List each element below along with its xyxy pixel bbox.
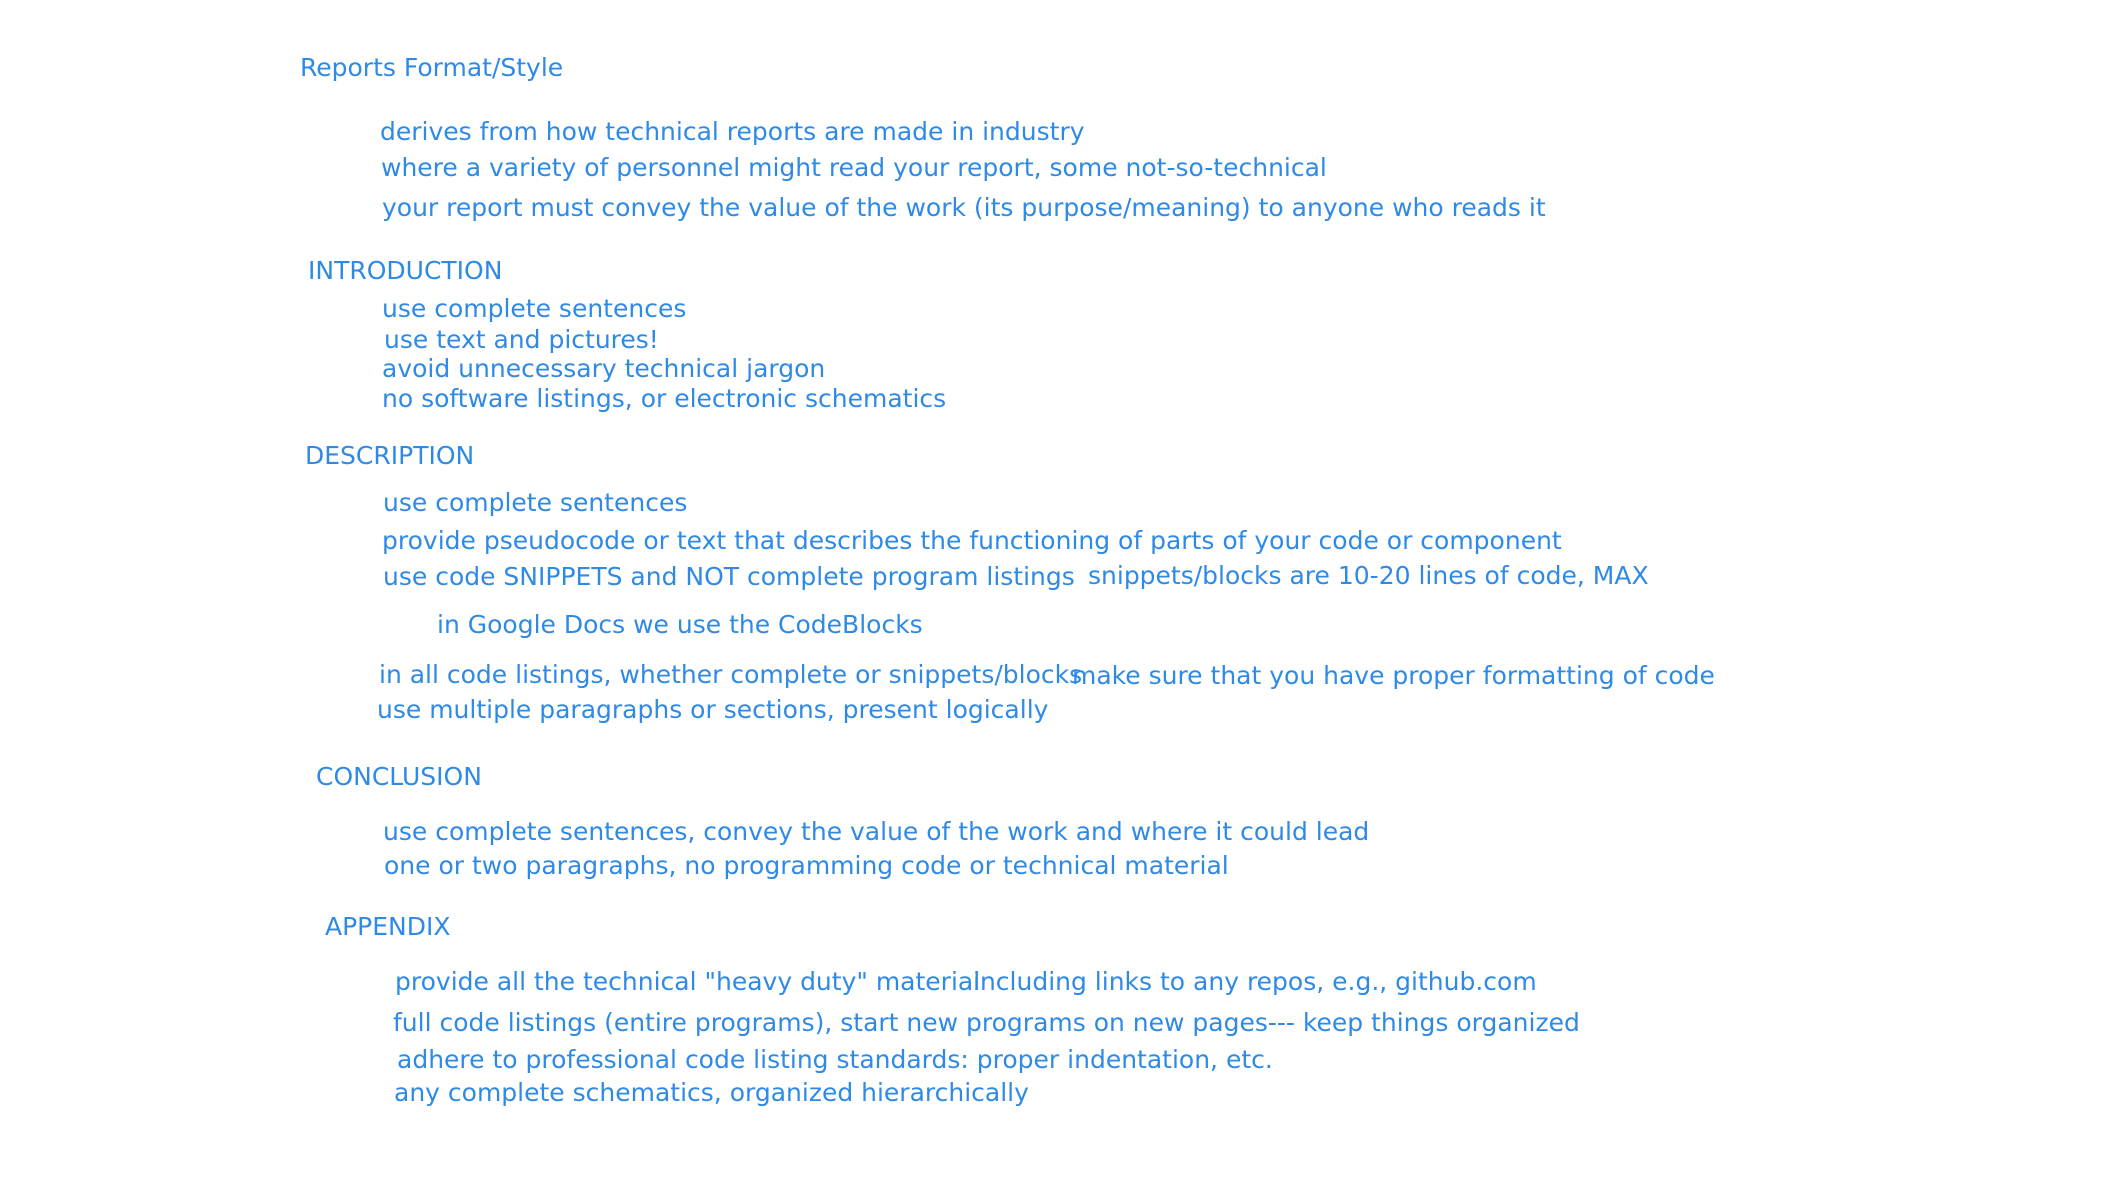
list-item: in Google Docs we use the CodeBlocks — [437, 610, 923, 639]
list-item: snippets/blocks are 10-20 lines of code,… — [1088, 561, 1649, 590]
list-item: provide pseudocode or text that describe… — [382, 526, 1562, 555]
list-item: use complete sentences — [382, 294, 687, 323]
list-item: use multiple paragraphs or sections, pre… — [377, 695, 1049, 724]
section-heading-appendix: APPENDIX — [325, 912, 451, 941]
list-item: in all code listings, whether complete o… — [379, 660, 1083, 689]
list-item: avoid unnecessary technical jargon — [382, 354, 826, 383]
list-item: no software listings, or electronic sche… — [382, 384, 947, 413]
list-item: use complete sentences, convey the value… — [383, 817, 1370, 846]
intro-note: derives from how technical reports are m… — [380, 117, 1085, 146]
section-heading-conclusion: CONCLUSION — [316, 762, 482, 791]
list-item: full code listings (entire programs), st… — [393, 1008, 1580, 1037]
section-heading-description: DESCRIPTION — [305, 441, 475, 470]
notes-canvas: Reports Format/Style derives from how te… — [0, 0, 2128, 1197]
list-item: use text and pictures! — [384, 325, 659, 354]
list-item: any complete schematics, organized hiera… — [394, 1078, 1029, 1107]
list-item: provide all the technical "heavy duty" m… — [395, 967, 981, 996]
page-title: Reports Format/Style — [300, 53, 564, 82]
list-item: use complete sentences — [383, 488, 688, 517]
list-item: use code SNIPPETS and NOT complete progr… — [383, 562, 1075, 591]
section-heading-introduction: INTRODUCTION — [308, 256, 503, 285]
list-item: adhere to professional code listing stan… — [397, 1045, 1273, 1074]
list-item: including links to any repos, e.g., gith… — [973, 967, 1537, 996]
intro-note: where a variety of personnel might read … — [381, 153, 1327, 182]
intro-note: your report must convey the value of the… — [382, 193, 1546, 222]
list-item: make sure that you have proper formattin… — [1072, 661, 1715, 690]
list-item: one or two paragraphs, no programming co… — [384, 851, 1229, 880]
